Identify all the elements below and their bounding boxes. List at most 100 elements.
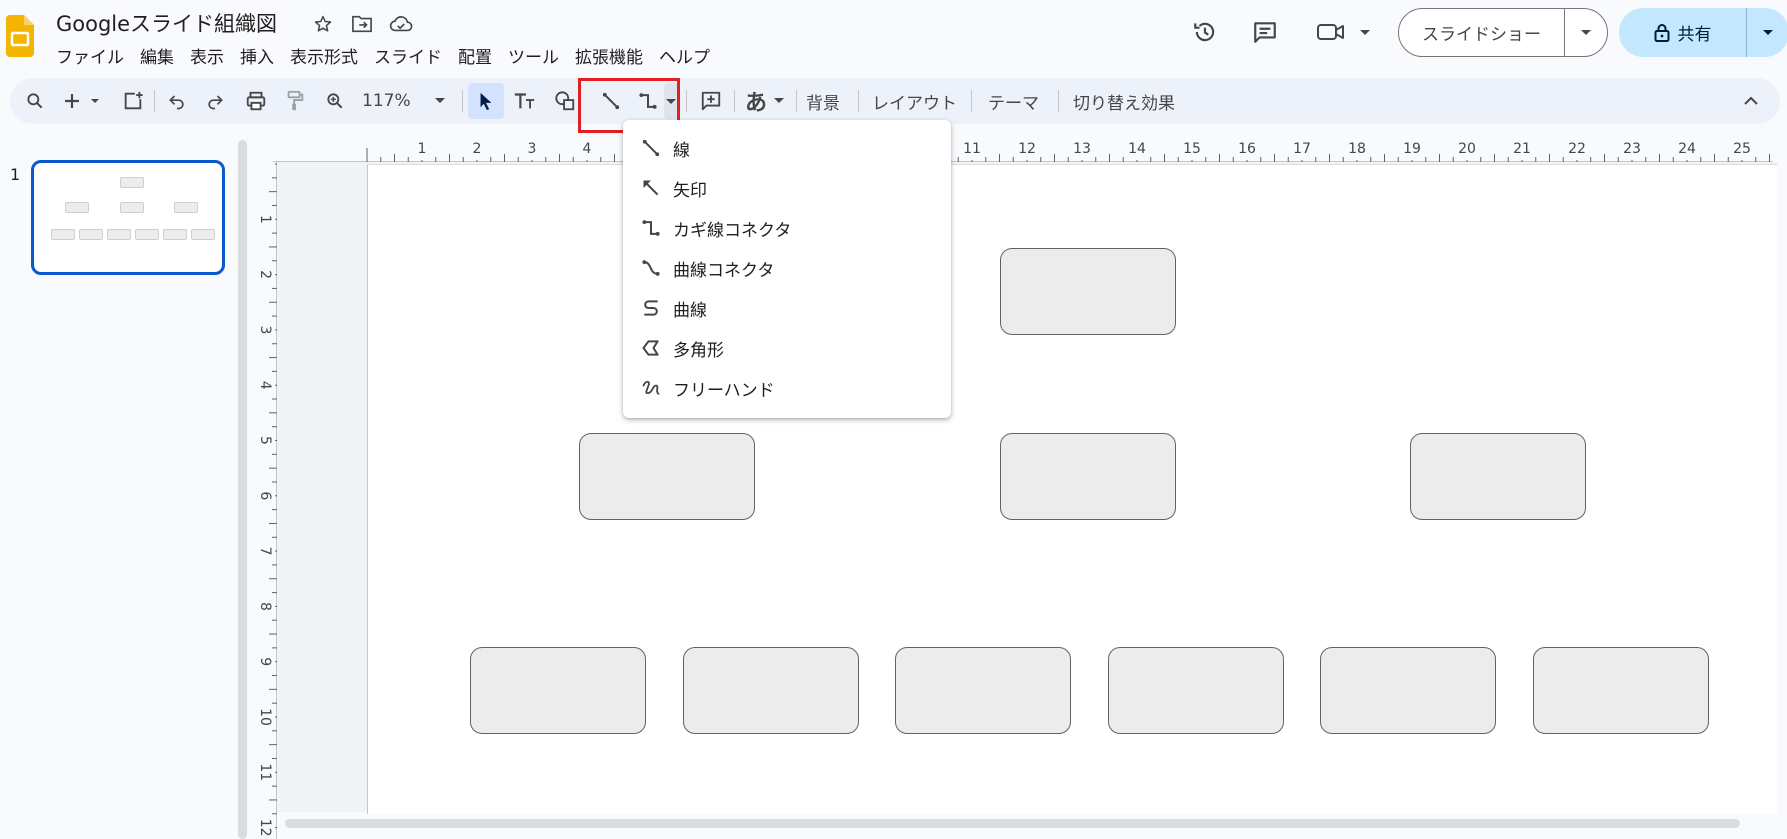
share-options-chevron-icon[interactable]: [1747, 8, 1787, 57]
document-title[interactable]: Googleスライド組織図: [56, 8, 277, 38]
insert-comment-icon[interactable]: [694, 83, 728, 119]
menu-item-elbow-connector[interactable]: カギ線コネクタ: [623, 208, 951, 248]
horizontal-ruler[interactable]: 1234567891011121314151617181920212223242…: [273, 140, 1773, 162]
menu-item-curved-connector[interactable]: 曲線コネクタ: [623, 248, 951, 288]
undo-icon[interactable]: [161, 83, 193, 119]
org-chart-box[interactable]: [470, 647, 646, 734]
ruler-tick-label: 12: [257, 819, 273, 837]
select-cursor-icon[interactable]: [468, 83, 504, 119]
version-history-icon[interactable]: [1188, 15, 1222, 49]
menu-arrange[interactable]: 配置: [450, 41, 500, 70]
org-chart-box[interactable]: [683, 647, 859, 734]
line-type-dropdown-chevron-icon[interactable]: [664, 83, 678, 119]
thumb-box: [163, 229, 187, 240]
polyline-icon: [639, 336, 663, 360]
thumb-box: [65, 202, 89, 213]
ruler-tick-label: 2: [257, 270, 273, 279]
redo-icon[interactable]: [199, 83, 231, 119]
toolbar: 117% あ 背景 レイアウト テーマ 切り替え効果: [10, 78, 1780, 124]
thumb-box: [51, 229, 75, 240]
slideshow-button[interactable]: スライドショー: [1398, 8, 1608, 57]
menu-extensions[interactable]: 拡張機能: [567, 41, 651, 70]
star-icon[interactable]: [310, 12, 336, 36]
theme-button[interactable]: テーマ: [988, 83, 1039, 119]
menu-file[interactable]: ファイル: [48, 41, 132, 70]
org-chart-box[interactable]: [1108, 647, 1284, 734]
menu-insert[interactable]: 挿入: [232, 41, 282, 70]
menu-slide[interactable]: スライド: [366, 41, 450, 70]
ruler-tick-label: 14: [1128, 141, 1146, 157]
search-menus-icon[interactable]: [18, 83, 52, 119]
menu-item-curve[interactable]: 曲線: [623, 288, 951, 328]
vertical-ruler[interactable]: 123456789101112: [255, 162, 277, 839]
text-box-icon[interactable]: [508, 83, 542, 119]
slide-canvas[interactable]: [367, 164, 1777, 814]
share-button[interactable]: 共有: [1619, 8, 1787, 57]
elbow-connector-tool-icon[interactable]: [632, 83, 664, 119]
menu-help[interactable]: ヘルプ: [651, 41, 718, 70]
menu-item-scribble[interactable]: フリーハンド: [623, 368, 951, 408]
zoom-icon[interactable]: [319, 83, 351, 119]
background-button[interactable]: 背景: [806, 83, 840, 119]
org-chart-box[interactable]: [1320, 647, 1496, 734]
slideshow-label[interactable]: スライドショー: [1399, 9, 1565, 56]
ruler-tick-label: 8: [257, 602, 273, 611]
print-icon[interactable]: [239, 83, 273, 119]
slideshow-options-chevron-icon[interactable]: [1565, 9, 1607, 56]
thumb-box: [135, 229, 159, 240]
org-chart-box[interactable]: [1000, 433, 1176, 520]
scribble-icon: [639, 376, 663, 400]
menubar: ファイル 編集 表示 挿入 表示形式 スライド 配置 ツール 拡張機能 ヘルプ: [48, 41, 718, 70]
cloud-saved-icon[interactable]: [388, 12, 414, 36]
ruler-tick-label: 2: [473, 141, 482, 157]
line-tool-icon[interactable]: [594, 83, 628, 119]
zoom-dropdown-chevron-icon[interactable]: [428, 83, 452, 119]
curve-icon: [639, 296, 663, 320]
ruler-tick-label: 3: [257, 325, 273, 334]
menu-item-arrow[interactable]: 矢印: [623, 168, 951, 208]
ruler-tick-label: 22: [1568, 141, 1586, 157]
move-folder-icon[interactable]: [349, 12, 375, 36]
zoom-level[interactable]: 117%: [362, 83, 411, 119]
comments-icon[interactable]: [1248, 15, 1282, 49]
text-style-button[interactable]: あ: [740, 83, 790, 119]
transition-button[interactable]: 切り替え効果: [1073, 83, 1175, 119]
text-style-chevron-icon: [774, 98, 784, 103]
meet-video-icon[interactable]: [1314, 15, 1376, 49]
text-style-glyph: あ: [744, 91, 767, 116]
add-image-slide-icon[interactable]: [116, 83, 150, 119]
slide-thumbnail[interactable]: [31, 160, 225, 275]
collapse-toolbar-chevron-up-icon[interactable]: [1734, 83, 1768, 119]
org-chart-box[interactable]: [1000, 248, 1176, 335]
menu-view[interactable]: 表示: [182, 41, 232, 70]
menu-item-label: カギ線コネクタ: [673, 220, 792, 241]
ruler-tick-label: 18: [1348, 141, 1366, 157]
ruler-tick-label: 11: [257, 763, 273, 781]
menu-item-label: 曲線: [673, 300, 707, 321]
org-chart-box[interactable]: [579, 433, 755, 520]
menu-format[interactable]: 表示形式: [282, 41, 366, 70]
ruler-tick-label: 20: [1458, 141, 1476, 157]
menu-item-polyline[interactable]: 多角形: [623, 328, 951, 368]
shape-icon[interactable]: [548, 83, 582, 119]
layout-button[interactable]: レイアウト: [872, 83, 957, 119]
menu-edit[interactable]: 編集: [132, 41, 182, 70]
lock-icon: [1654, 23, 1669, 42]
org-chart-box[interactable]: [1533, 647, 1709, 734]
horizontal-scrollbar[interactable]: [285, 819, 1740, 828]
ruler-tick-label: 5: [257, 436, 273, 445]
ruler-tick-label: 21: [1513, 141, 1531, 157]
slides-logo-icon[interactable]: [6, 15, 34, 57]
menu-item-label: フリーハンド: [673, 380, 775, 401]
paint-format-icon[interactable]: [279, 83, 311, 119]
ruler-tick-label: 1: [257, 215, 273, 224]
filmstrip-scrollbar[interactable]: [238, 140, 247, 839]
new-slide-icon[interactable]: [60, 83, 110, 119]
menu-item-line[interactable]: 線: [623, 128, 951, 168]
org-chart-box[interactable]: [1410, 433, 1586, 520]
ruler-tick-label: 4: [257, 381, 273, 390]
org-chart-box[interactable]: [895, 647, 1071, 734]
share-label: 共有: [1677, 25, 1712, 45]
menu-tools[interactable]: ツール: [500, 41, 567, 70]
line-type-menu: 線 矢印 カギ線コネクタ 曲線コネクタ 曲線 多角形 フリーハンド: [623, 120, 951, 418]
